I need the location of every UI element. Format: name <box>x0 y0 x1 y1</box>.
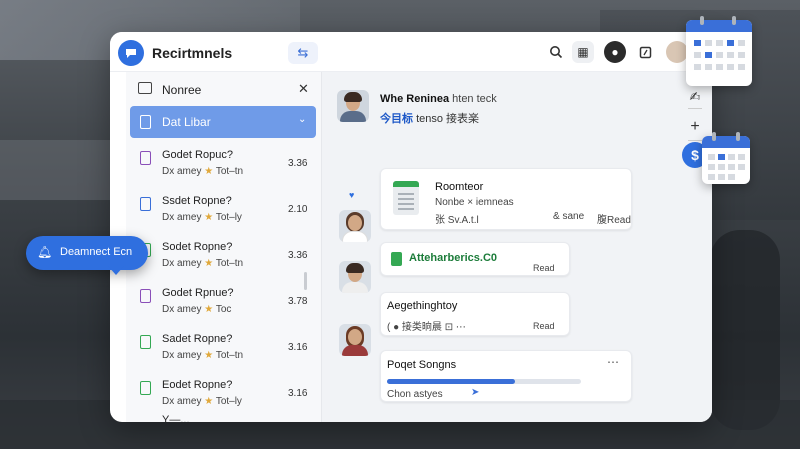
star-icon: ★ <box>204 350 214 361</box>
list-item-title: Godet Ropuc? <box>162 149 233 161</box>
star-icon: ★ <box>204 258 214 269</box>
list-item-time: 2.10 <box>288 204 308 215</box>
heart-icon[interactable]: ♥ <box>349 190 354 200</box>
notification-label: Deamnect Ecn <box>60 246 133 258</box>
list-item-time: 3.78 <box>288 296 308 307</box>
bubble-tail <box>108 266 124 275</box>
google-doc-icon <box>393 181 419 215</box>
list-item-sub: Dx amey ★ Toc <box>162 304 232 315</box>
progress-bar <box>387 379 581 384</box>
list-item-title: Sadet Ropne? <box>162 333 233 345</box>
sidebar-active-item[interactable]: Dat Libar ⌄ <box>130 106 316 138</box>
card-status: 腹Read <box>597 215 631 226</box>
list-item-sub: Dx amey ★ Tot–tn <box>162 258 244 269</box>
card-title: Aegethinghtoy <box>387 300 458 312</box>
list-item-time: 3.36 <box>288 158 308 169</box>
list-item-title: Y—... <box>162 414 190 422</box>
title-bar: Recirtmnels ⇆ ▦ ● <box>110 32 712 72</box>
sidebar: Nonree ✕ Dat Libar ⌄ Godet Ropuc? Dx ame… <box>126 72 322 422</box>
card-status: Read <box>533 321 555 331</box>
chevron-down-icon[interactable]: ⌄ <box>298 114 306 125</box>
sidebar-header: Nonree ✕ <box>126 72 322 106</box>
list-item[interactable]: Ssdet Ropne? Dx amey ★ Tot–ly 2.10 <box>126 190 322 236</box>
document-icon <box>140 115 151 129</box>
message-card-progress[interactable]: Poqet Songns ⋯ Chon astyes ➤ <box>380 350 632 402</box>
avatar[interactable] <box>339 210 371 242</box>
file-icon <box>140 197 151 211</box>
card-line: Chon astyes <box>387 389 443 400</box>
file-icon <box>140 289 151 303</box>
message-card-document[interactable]: Roomteor Nonbe × iemneas 张 Sv.A.t.l & sa… <box>380 168 632 230</box>
message-subtitle: 今目标 tenso 接表楽 <box>380 113 480 125</box>
grid-icon[interactable]: ▦ <box>572 41 594 63</box>
card-line: 张 Sv.A.t.l <box>435 215 479 226</box>
list-item-title: Ssdet Ropne? <box>162 195 232 207</box>
divider <box>688 140 702 141</box>
file-icon <box>140 151 151 165</box>
plus-icon[interactable]: + <box>684 116 706 138</box>
card-title: Roomteor <box>435 181 484 193</box>
card-meta: & sane <box>553 211 585 222</box>
list-item-time: 3.16 <box>288 388 308 399</box>
card-line: Nonbe × iemneas <box>435 197 514 208</box>
file-icon <box>140 335 151 349</box>
list-item-title: Godet Rpnue? <box>162 287 234 299</box>
chat-bubble-icon[interactable] <box>118 40 144 66</box>
message-sender: Whe Reninea hten teck <box>380 93 497 105</box>
list-item-time: 3.16 <box>288 342 308 353</box>
calendar-icon <box>702 132 750 184</box>
sheet-icon <box>391 252 402 266</box>
list-item[interactable]: Sadet Ropne? Dx amey ★ Tot–tn 3.16 <box>126 328 322 374</box>
card-line: ( ● 接类晌晨 ⊡ ⋯ <box>387 322 466 333</box>
user-icon[interactable]: ● <box>604 41 626 63</box>
card-title: Atteharberics.C0 <box>409 252 498 264</box>
star-icon: ★ <box>204 396 214 407</box>
star-icon: ★ <box>204 304 214 315</box>
sidebar-title: Nonree <box>162 83 202 97</box>
avatar[interactable] <box>337 90 369 122</box>
card-status: Read <box>533 263 555 273</box>
list-item-time: 3.36 <box>288 250 308 261</box>
list-item-sub: Dx amey ★ Tot–tn <box>162 350 244 361</box>
list-item[interactable]: Sodet Ropne? Dx amey ★ Tot–tn 3.36 <box>126 236 322 282</box>
app-window: Recirtmnels ⇆ ▦ ● Nonree ✕ Dat Libar ⌄ G… <box>110 32 712 422</box>
list-item-partial: Y—... <box>126 414 322 422</box>
avatar[interactable] <box>339 324 371 356</box>
card-title: Poqet Songns <box>387 359 457 371</box>
list-item[interactable]: Godet Ropuc? Dx amey ★ Tot–tn 3.36 <box>126 144 322 190</box>
calendar-icon <box>686 16 752 86</box>
swap-icon[interactable]: ⇆ <box>288 42 318 64</box>
notification-bubble[interactable]: 🔔︎ Deamnect Ecn <box>26 236 148 275</box>
divider <box>688 108 702 109</box>
avatar-icon[interactable] <box>666 41 688 63</box>
send-arrow-icon[interactable]: ➤ <box>471 387 479 398</box>
signature-icon[interactable]: ✍ <box>684 86 706 108</box>
list-item-title: Sodet Ropne? <box>162 241 233 253</box>
message-card-text[interactable]: Aegethinghtoy ( ● 接类晌晨 ⊡ ⋯ Read <box>380 292 570 336</box>
box-icon[interactable] <box>634 41 656 63</box>
search-icon[interactable] <box>545 41 567 63</box>
list-item-sub: Dx amey ★ Tot–tn <box>162 166 244 177</box>
star-icon: ★ <box>204 212 214 223</box>
list-item-title: Eodet Ropne? <box>162 379 233 391</box>
list-item-sub: Dx amey ★ Tot–ly <box>162 212 242 223</box>
progress-fill <box>387 379 516 384</box>
inbox-icon <box>138 82 152 94</box>
list-item[interactable]: Godet Rpnue? Dx amey ★ Toc 3.78 <box>126 282 322 328</box>
avatar[interactable] <box>339 261 371 293</box>
star-icon: ★ <box>204 166 214 177</box>
close-icon[interactable]: ✕ <box>298 81 309 97</box>
app-title: Recirtmnels <box>152 45 233 61</box>
file-icon <box>140 381 151 395</box>
message-card-attachment[interactable]: Atteharberics.C0 Read <box>380 242 570 276</box>
sidebar-active-label: Dat Libar <box>162 115 211 129</box>
bell-icon: 🔔︎ <box>37 245 53 259</box>
more-icon[interactable]: ⋯ <box>607 355 619 369</box>
chat-panel: Whe Reninea hten teck 今目标 tenso 接表楽 Room… <box>322 72 712 422</box>
list-item-sub: Dx amey ★ Tot–ly <box>162 396 242 407</box>
